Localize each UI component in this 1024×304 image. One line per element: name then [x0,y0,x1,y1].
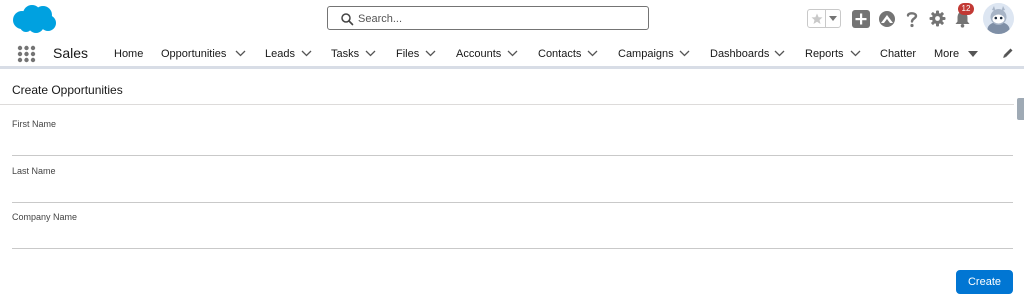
company-name-label: Company Name [12,212,78,222]
global-search[interactable] [327,6,649,30]
trailhead-button[interactable] [877,9,896,28]
chevron-down-icon[interactable] [301,50,312,57]
chevron-down-icon [829,15,837,21]
page-title: Create Opportunities [12,83,123,97]
nav-item-dashboards[interactable]: Dashboards [710,48,769,60]
avatar[interactable] [983,3,1014,34]
app-launcher-icon[interactable] [17,45,36,63]
trailhead-icon [878,10,895,27]
favorites-group[interactable] [807,9,841,28]
help-icon [906,11,917,27]
notification-count-badge: 12 [958,3,974,15]
favorites-list-button[interactable] [826,10,840,27]
nav-item-leads[interactable]: Leads [265,48,295,60]
help-button[interactable] [902,9,921,28]
star-icon [811,13,822,24]
gear-icon [929,10,946,27]
first-name-field[interactable] [12,134,1013,156]
user-avatar-icon [983,3,1014,34]
global-actions-button[interactable] [851,9,870,28]
nav-item-contacts[interactable]: Contacts [538,48,581,60]
company-name-field[interactable] [12,227,1013,249]
last-name-label: Last Name [12,166,56,176]
nav-item-files[interactable]: Files [396,48,419,60]
add-icon [851,9,870,28]
chevron-down-icon[interactable] [679,50,690,57]
nav-item-more[interactable]: More [934,48,959,60]
chevron-down-icon[interactable] [235,50,246,57]
search-input[interactable] [358,10,638,27]
chevron-down-icon[interactable] [587,50,598,57]
nav-item-home[interactable]: Home [114,48,143,60]
first-name-label: First Name [12,119,57,129]
chevron-down-icon[interactable] [507,50,518,57]
nav-item-chatter[interactable]: Chatter [880,48,916,60]
caret-down-icon[interactable] [968,51,978,57]
title-divider [0,104,1014,105]
nav-item-tasks[interactable]: Tasks [331,48,359,60]
nav-item-accounts[interactable]: Accounts [456,48,501,60]
app-name: Sales [53,45,89,61]
chevron-down-icon[interactable] [850,50,861,57]
nav-item-opportunities[interactable]: Opportunities [161,48,226,60]
app-nav-bar: Sales Home Opportunities Leads Tasks Fil… [0,38,1024,69]
favorites-button[interactable] [808,10,826,27]
last-name-field[interactable] [12,181,1013,203]
chevron-down-icon[interactable] [365,50,376,57]
search-icon [341,13,354,26]
pencil-icon[interactable] [1002,47,1014,59]
create-button[interactable]: Create [956,270,1013,294]
global-header: 12 [0,0,1024,38]
nav-item-reports[interactable]: Reports [805,48,844,60]
nav-item-campaigns[interactable]: Campaigns [618,48,674,60]
chevron-down-icon[interactable] [425,50,436,57]
salesforce-logo[interactable] [10,3,58,35]
setup-button[interactable] [928,9,947,28]
chevron-down-icon[interactable] [774,50,785,57]
side-panel-tab[interactable] [1017,98,1024,120]
